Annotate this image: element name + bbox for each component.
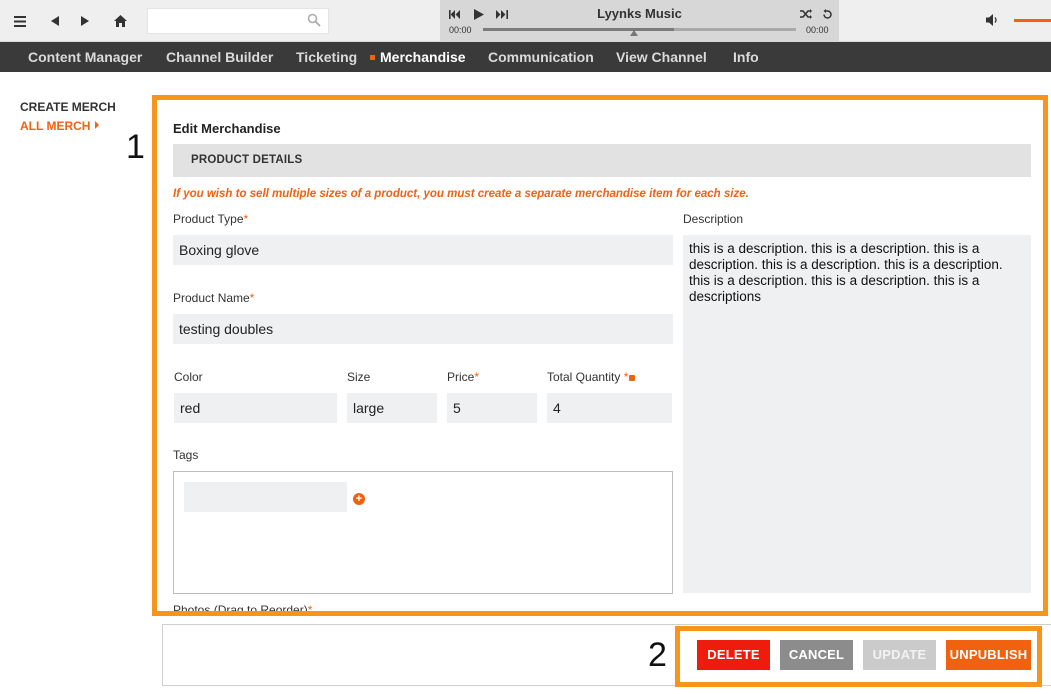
- nav-communication[interactable]: Communication: [488, 49, 594, 65]
- time-total: 00:00: [806, 25, 829, 35]
- repeat-icon[interactable]: [820, 7, 834, 21]
- progress-bar[interactable]: [483, 28, 796, 31]
- annotation-box-1: [152, 95, 1048, 616]
- nav-ticketing[interactable]: Ticketing: [296, 49, 357, 65]
- menu-icon[interactable]: [10, 11, 30, 31]
- music-player: Lyynks Music 00:00 00:00: [440, 0, 839, 42]
- sidebar-all-merch-label: ALL MERCH: [20, 119, 91, 133]
- shuffle-icon[interactable]: [799, 7, 813, 21]
- nav-channel-builder[interactable]: Channel Builder: [166, 49, 273, 65]
- progress-handle[interactable]: [630, 30, 638, 36]
- volume-icon[interactable]: [986, 13, 1000, 27]
- nav-content-manager[interactable]: Content Manager: [28, 49, 142, 65]
- caret-right-icon: [95, 121, 100, 129]
- annotation-box-2: [675, 626, 1042, 687]
- forward-icon[interactable]: [75, 11, 95, 31]
- back-icon[interactable]: [45, 11, 65, 31]
- progress-played: [483, 28, 674, 31]
- top-toolbar: Lyynks Music 00:00 00:00: [0, 0, 1051, 42]
- annotation-label-2: 2: [648, 636, 667, 674]
- volume-slider[interactable]: [1014, 19, 1051, 22]
- search-input[interactable]: [147, 8, 329, 34]
- nav-info[interactable]: Info: [733, 49, 759, 65]
- player-title: Lyynks Music: [597, 6, 682, 21]
- nav-merchandise[interactable]: Merchandise: [380, 49, 466, 65]
- time-elapsed: 00:00: [449, 25, 472, 35]
- annotation-label-1: 1: [126, 128, 145, 166]
- sidebar-all-merch[interactable]: ALL MERCH: [20, 119, 100, 133]
- main-nav: Content Manager Channel Builder Ticketin…: [0, 42, 1051, 72]
- search-icon[interactable]: [307, 13, 321, 27]
- nav-active-indicator: [370, 55, 375, 60]
- nav-view-channel[interactable]: View Channel: [616, 49, 707, 65]
- home-icon[interactable]: [110, 11, 130, 31]
- sidebar-create-merch[interactable]: CREATE MERCH: [20, 100, 116, 114]
